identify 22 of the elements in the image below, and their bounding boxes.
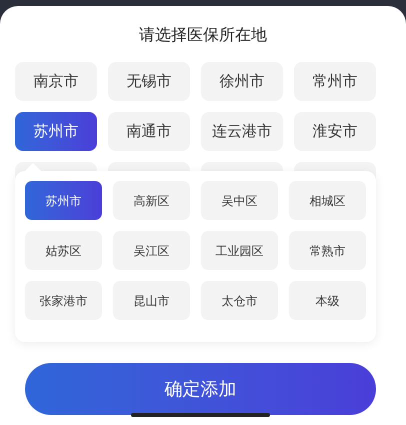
district-option[interactable]: 高新区	[113, 181, 190, 220]
district-option[interactable]: 昆山市	[113, 281, 190, 320]
city-option[interactable]: 连云港市	[201, 112, 283, 151]
district-option[interactable]: 本级	[289, 281, 366, 320]
district-option[interactable]: 工业园区	[201, 231, 278, 270]
district-option[interactable]: 吴江区	[113, 231, 190, 270]
city-option[interactable]: 无锡市	[108, 62, 190, 101]
confirm-add-button[interactable]: 确定添加	[25, 363, 376, 415]
district-option[interactable]: 相城区	[289, 181, 366, 220]
sheet-title: 请选择医保所在地	[139, 25, 267, 45]
district-option[interactable]: 张家港市	[25, 281, 102, 320]
district-option[interactable]: 吴中区	[201, 181, 278, 220]
district-option[interactable]: 常熟市	[289, 231, 366, 270]
district-option[interactable]: 姑苏区	[25, 231, 102, 270]
city-option[interactable]: 苏州市	[15, 112, 97, 151]
city-option[interactable]: 徐州市	[201, 62, 283, 101]
city-option[interactable]: 南通市	[108, 112, 190, 151]
city-option[interactable]: 南京市	[15, 62, 97, 101]
city-option[interactable]: 淮安市	[294, 112, 376, 151]
city-option[interactable]: 常州市	[294, 62, 376, 101]
district-option[interactable]: 苏州市	[25, 181, 102, 220]
district-option[interactable]: 太仓市	[201, 281, 278, 320]
